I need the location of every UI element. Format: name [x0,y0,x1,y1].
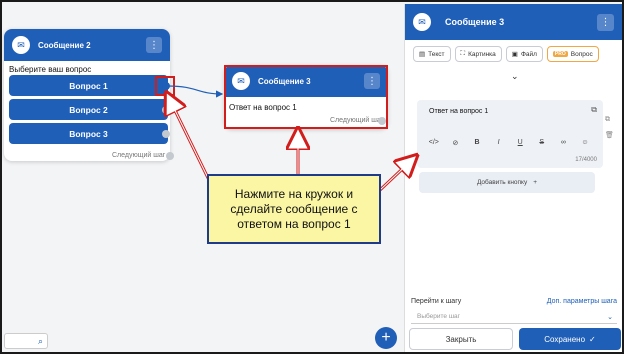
connector-dot-question-2[interactable] [162,106,170,114]
question-button-2[interactable]: Вопрос 2 [9,99,168,120]
panel-footer: Закрыть Сохранено ✓ [409,328,621,350]
editor-toolbar: </> ⊘ B I U S ∞ ☺ [423,139,596,147]
message-card-2[interactable]: ✉ Сообщение 2 ⋮ Выберите ваш вопрос Вопр… [4,29,174,161]
question-button-1[interactable]: Вопрос 1 [9,75,168,96]
extra-step-params-link[interactable]: Доп. параметры шага [547,298,617,305]
plus-icon: + [381,329,391,346]
panel-title: Сообщение 3 [445,17,505,27]
type-text-label: Текст [428,50,445,58]
char-counter: 17/4000 [575,157,597,163]
screenshot-frame: ✉ Сообщение 2 ⋮ Выберите ваш вопрос Вопр… [0,0,624,354]
search-input[interactable]: ⌕ [4,333,48,349]
chevron-down-icon: ⌄ [607,313,613,321]
plus-icon: + [533,179,538,186]
pro-badge: PRO [552,51,568,57]
strikethrough-icon[interactable]: S [531,139,553,147]
text-icon: ▤ [419,51,426,58]
clear-format-icon[interactable]: ⊘ [445,139,467,147]
more-vertical-icon[interactable]: ⋮ [597,14,614,31]
image-icon: ⛶ [460,50,466,57]
question-button-3[interactable]: Вопрос 3 [9,123,168,144]
type-question-button[interactable]: PRO Вопрос [546,46,599,62]
close-button[interactable]: Закрыть [409,328,513,350]
link-icon[interactable]: ∞ [553,139,575,147]
card-header: ✉ Сообщение 2 ⋮ [4,29,170,61]
connector-dot-question-3[interactable] [162,130,170,138]
saved-button-label: Сохранено [544,334,586,344]
connector-dot-next-step[interactable] [166,152,174,160]
more-vertical-icon[interactable]: ⋮ [146,37,162,53]
content-type-row: ▤ Текст ⛶ Картинка ▣ Файл PRO Вопрос [413,46,599,62]
saved-button[interactable]: Сохранено ✓ [519,328,621,350]
editor-side-actions: ⧉ 🗑 [605,116,614,139]
card-title: Сообщение 2 [38,40,91,50]
bold-icon[interactable]: B [466,139,488,147]
type-image-label: Картинка [468,50,496,58]
message-icon: ✉ [413,13,431,31]
message-editor-panel: ✉ Сообщение 3 ⋮ ▤ Текст ⛶ Картинка ▣ Файл P… [404,4,622,352]
message-text-editor[interactable]: Ответ на вопрос 1 ⧉ </> ⊘ B I U S ∞ ☺ 17… [417,100,603,168]
trash-icon[interactable]: 🗑 [605,131,614,139]
goto-step-select[interactable]: Выберите шаг ⌄ [411,310,617,324]
chevron-down-icon[interactable]: ⌄ [511,71,519,82]
external-link-icon[interactable]: ⧉ [591,105,597,115]
goto-step-placeholder: Выберите шаг [417,313,461,320]
instruction-callout: Нажмите на кружок и сделайте сообщение с… [207,174,381,244]
next-step-label: Следующий шаг [112,152,166,159]
editor-text: Ответ на вопрос 1 [429,108,489,115]
type-image-button[interactable]: ⛶ Картинка [454,46,502,62]
add-step-button[interactable]: + [375,327,397,349]
type-question-label: Вопрос [570,50,593,58]
type-text-button[interactable]: ▤ Текст [413,46,451,62]
panel-header: ✉ Сообщение 3 ⋮ [405,4,622,40]
italic-icon[interactable]: I [488,139,510,147]
callout-text: Нажмите на кружок и сделайте сообщение с… [230,186,358,231]
annotation-highlight-dot [155,76,175,96]
emoji-icon[interactable]: ☺ [574,139,596,147]
search-icon: ⌕ [37,336,43,346]
copy-icon[interactable]: ⧉ [605,116,614,124]
add-button-label: Добавить кнопку [476,179,528,186]
check-circle-icon: ✓ [589,334,596,344]
file-icon: ▣ [511,51,518,58]
close-button-label: Закрыть [445,334,477,344]
add-button-button[interactable]: Добавить кнопку + [419,172,595,193]
message-icon: ✉ [12,36,30,54]
type-file-button[interactable]: ▣ Файл [505,46,543,62]
code-icon[interactable]: </> [423,139,445,147]
type-file-label: Файл [520,50,537,58]
underline-icon[interactable]: U [509,139,531,147]
annotation-highlight-card [224,65,388,129]
goto-step-label: Перейти к шагу [411,298,462,305]
